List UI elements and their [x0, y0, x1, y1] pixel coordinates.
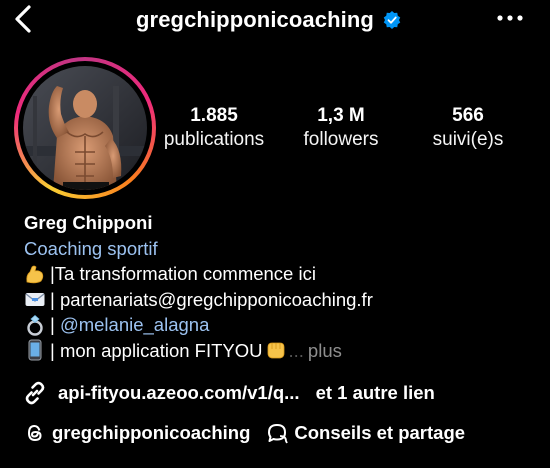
- followers-stat[interactable]: 1,3 M followers: [286, 105, 396, 153]
- chevron-left-icon: [15, 5, 31, 33]
- followers-label: followers: [303, 129, 379, 150]
- profile-link[interactable]: api-fityou.azeoo.com/v1/q... et 1 autre …: [22, 380, 435, 406]
- profile-category: Coaching sportif: [24, 237, 158, 259]
- bio-line: | partenariats@gregchipponicoaching.fr: [24, 287, 534, 313]
- posts-label: publications: [163, 129, 265, 150]
- posts-count: 1.885: [190, 105, 238, 126]
- username-text: gregchipponicoaching: [136, 7, 374, 32]
- profile-avatar[interactable]: [14, 57, 156, 199]
- bio-line-text: | partenariats@gregchipponicoaching.fr: [50, 288, 373, 310]
- bio-line-text: | mon application FITYOU: [50, 339, 263, 361]
- bio-line: | mon application FITYOU ... plus: [24, 338, 534, 364]
- profile-username-title: gregchipponicoaching: [136, 7, 402, 33]
- profile-bio: Greg Chipponi Coaching sportif |Ta trans…: [24, 210, 534, 363]
- following-stat[interactable]: 566 suivi(e)s: [420, 105, 516, 153]
- threads-icon: [27, 424, 42, 442]
- verified-badge-icon: [382, 10, 402, 30]
- link-icon: [25, 381, 45, 405]
- threads-chip[interactable]: gregchipponicoaching: [24, 422, 250, 444]
- profile-header: gregchipponicoaching: [0, 0, 550, 40]
- oncoming-fist-emoji: [265, 339, 287, 361]
- channel-chip[interactable]: Conseils et partage: [266, 422, 465, 444]
- bio-line-prefix: |: [50, 314, 60, 335]
- threads-chip-label: gregchipponicoaching: [52, 422, 251, 443]
- display-name: Greg Chipponi: [24, 212, 153, 233]
- link-extra: et 1 autre lien: [315, 382, 435, 403]
- speech-bubble-icon: [268, 424, 289, 444]
- more-horizontal-icon: [497, 15, 523, 21]
- mention-link[interactable]: @melanie_alagna: [60, 312, 209, 338]
- following-label: suivi(e)s: [432, 129, 504, 150]
- bio-line: |Ta transformation commence ici: [24, 261, 534, 287]
- avatar-photo: [23, 66, 147, 190]
- envelope-emoji: [24, 288, 46, 310]
- back-button[interactable]: [8, 2, 38, 36]
- link-url: api-fityou.azeoo.com/v1/q...: [58, 382, 300, 403]
- profile-chips: gregchipponicoaching Conseils et partage: [24, 422, 465, 444]
- bio-line-text: |Ta transformation commence ici: [50, 263, 316, 284]
- mobile-phone-emoji: [24, 339, 46, 361]
- followers-count: 1,3 M: [317, 105, 365, 126]
- more-options-button[interactable]: [496, 8, 524, 28]
- truncation-ellipsis: ...: [288, 339, 304, 361]
- bio-more-button[interactable]: plus: [308, 338, 342, 364]
- flexed-biceps-emoji: [24, 263, 46, 285]
- channel-chip-label: Conseils et partage: [294, 422, 466, 443]
- following-count: 566: [452, 105, 484, 126]
- posts-stat[interactable]: 1.885 publications: [154, 105, 274, 153]
- ring-emoji: [24, 314, 46, 336]
- bio-line: | @melanie_alagna: [24, 312, 534, 338]
